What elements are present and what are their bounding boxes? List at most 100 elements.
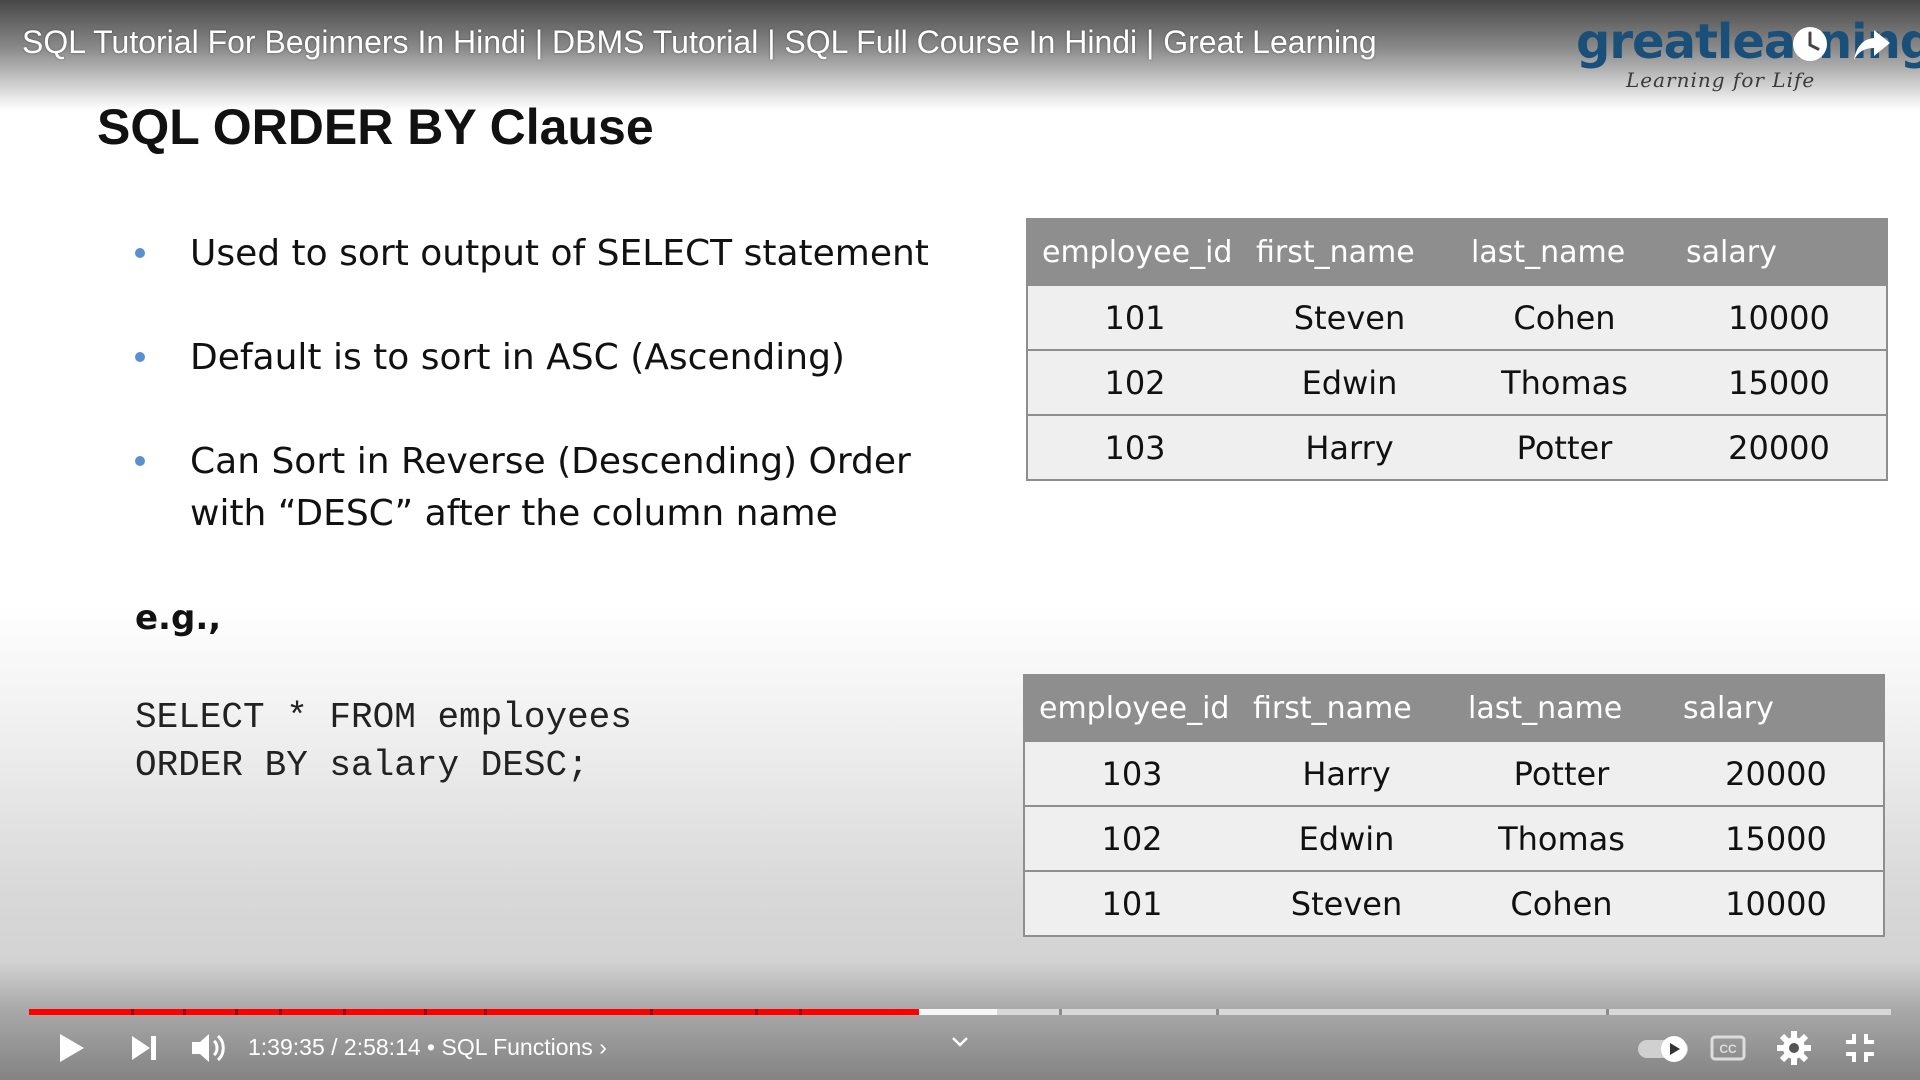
example-label: e.g.,: [135, 598, 222, 638]
great-learning-logo: greatlearning Learning for Life: [1576, 14, 1920, 92]
bullet-text: Used to sort output of SELECT statement: [190, 233, 929, 274]
share-icon[interactable]: [1852, 24, 1892, 64]
table-row: 101 Steven Cohen 10000: [1027, 284, 1887, 350]
table-cell: 15000: [1672, 349, 1887, 415]
chapter-marker: [1059, 1009, 1062, 1015]
chapter-marker: [343, 1009, 346, 1015]
table-cell: 101: [1024, 870, 1239, 936]
column-header: employee_id: [1027, 219, 1242, 285]
table-cell: Edwin: [1239, 805, 1454, 871]
table-cell: Potter: [1457, 414, 1672, 480]
time-separator: /: [324, 1034, 344, 1060]
chapter-marker: [1216, 1009, 1219, 1015]
column-header: salary: [1672, 219, 1887, 285]
table-cell: Harry: [1239, 740, 1454, 806]
chapter-separator: •: [420, 1034, 442, 1060]
table-cell: 10000: [1672, 284, 1887, 350]
chapter-marker: [1606, 1009, 1609, 1015]
table-cell: 103: [1027, 414, 1242, 480]
next-button[interactable]: [122, 1026, 166, 1070]
table-cell: Steven: [1239, 870, 1454, 936]
code-line: SELECT * FROM employees: [135, 697, 632, 738]
bullet-item: Default is to sort in ASC (Ascending): [135, 332, 955, 384]
watch-later-icon[interactable]: [1790, 24, 1830, 64]
column-header: first_name: [1242, 219, 1457, 285]
table-row: 102 Edwin Thomas 15000: [1027, 349, 1887, 415]
chapter-marker: [235, 1009, 238, 1015]
table-cell: 102: [1024, 805, 1239, 871]
time-display: 1:39:35 / 2:58:14 • SQL Functions ›: [248, 1034, 607, 1061]
bullet-dot-icon: [135, 456, 145, 466]
autoplay-toggle-icon: [1638, 1036, 1688, 1062]
chapter-marker: [131, 1009, 134, 1015]
column-header: last_name: [1454, 675, 1669, 741]
unsorted-employees-table: employee_id first_name last_name salary …: [1026, 218, 1888, 481]
table-cell: 20000: [1669, 740, 1884, 806]
autoplay-toggle[interactable]: [1636, 1026, 1696, 1070]
bullet-item: Can Sort in Reverse (Descending) Order w…: [135, 436, 955, 540]
table-cell: Steven: [1242, 284, 1457, 350]
table-cell: Edwin: [1242, 349, 1457, 415]
table-cell: 20000: [1672, 414, 1887, 480]
settings-icon: [1777, 1031, 1811, 1065]
table-header-row: employee_id first_name last_name salary: [1027, 219, 1887, 285]
column-header: first_name: [1239, 675, 1454, 741]
table-cell: 10000: [1669, 870, 1884, 936]
exit-fullscreen-icon: [1846, 1034, 1874, 1062]
bullet-item: Used to sort output of SELECT statement: [135, 228, 955, 280]
play-button[interactable]: [48, 1026, 92, 1070]
table-cell: Harry: [1242, 414, 1457, 480]
sql-code-block: SELECT * FROM employees ORDER BY salary D…: [135, 694, 632, 790]
chapter-marker: [650, 1009, 653, 1015]
sorted-employees-table: employee_id first_name last_name salary …: [1023, 674, 1885, 937]
slide-title: SQL ORDER BY Clause: [97, 99, 654, 155]
chevron-down-icon[interactable]: [948, 1030, 972, 1054]
controls-overlay: [0, 960, 1920, 1080]
bullet-dot-icon: [135, 248, 145, 258]
chapter-chevron-icon[interactable]: ›: [599, 1034, 607, 1060]
table-row: 101 Steven Cohen 10000: [1024, 870, 1884, 936]
column-header: employee_id: [1024, 675, 1239, 741]
progress-played: [29, 1009, 920, 1015]
chapter-title[interactable]: SQL Functions: [442, 1034, 593, 1060]
table-cell: Cohen: [1457, 284, 1672, 350]
table-row: 103 Harry Potter 20000: [1027, 414, 1887, 480]
bullet-dot-icon: [135, 352, 145, 362]
table-header-row: employee_id first_name last_name salary: [1024, 675, 1884, 741]
table-cell: 101: [1027, 284, 1242, 350]
exit-fullscreen-button[interactable]: [1838, 1026, 1882, 1070]
chapter-marker: [484, 1009, 487, 1015]
bullet-text: Can Sort in Reverse (Descending) Order w…: [190, 441, 911, 534]
table-cell: Thomas: [1454, 805, 1669, 871]
captions-icon: CC: [1710, 1035, 1746, 1061]
code-line: ORDER BY salary DESC;: [135, 745, 589, 786]
table-cell: 103: [1024, 740, 1239, 806]
table-row: 102 Edwin Thomas 15000: [1024, 805, 1884, 871]
table-row: 103 Harry Potter 20000: [1024, 740, 1884, 806]
video-title[interactable]: SQL Tutorial For Beginners In Hindi | DB…: [22, 24, 1377, 61]
chapter-marker: [279, 1009, 282, 1015]
progress-bar[interactable]: [29, 1009, 1891, 1015]
column-header: last_name: [1457, 219, 1672, 285]
bullet-list: Used to sort output of SELECT statement …: [135, 228, 955, 592]
play-icon: [60, 1034, 84, 1062]
captions-button[interactable]: CC: [1706, 1026, 1750, 1070]
chapter-marker: [799, 1009, 802, 1015]
table-cell: Cohen: [1454, 870, 1669, 936]
volume-icon: [192, 1034, 225, 1062]
settings-button[interactable]: [1772, 1026, 1816, 1070]
current-time: 1:39:35: [248, 1034, 325, 1060]
table-cell: 15000: [1669, 805, 1884, 871]
duration: 2:58:14: [343, 1034, 421, 1060]
bullet-text: Default is to sort in ASC (Ascending): [190, 337, 845, 378]
table-cell: 102: [1027, 349, 1242, 415]
chapter-marker: [183, 1009, 186, 1015]
logo-tagline: Learning for Life: [1626, 68, 1816, 92]
chapter-marker: [424, 1009, 427, 1015]
chapter-marker: [755, 1009, 758, 1015]
table-cell: Potter: [1454, 740, 1669, 806]
svg-text:CC: CC: [1719, 1042, 1737, 1056]
next-icon: [132, 1036, 156, 1060]
volume-button[interactable]: [186, 1026, 230, 1070]
table-cell: Thomas: [1457, 349, 1672, 415]
